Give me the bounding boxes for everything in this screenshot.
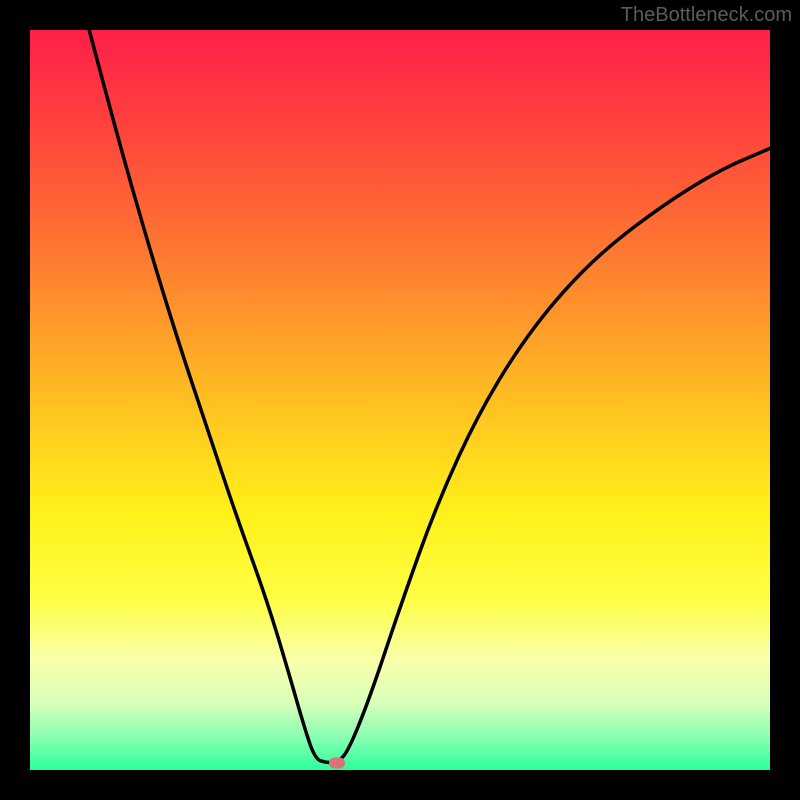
plot-area [30, 30, 770, 770]
watermark-text: TheBottleneck.com [621, 4, 792, 27]
curve-layer [30, 30, 770, 770]
bottleneck-curve [89, 30, 770, 763]
chart-container: TheBottleneck.com [0, 0, 800, 800]
optimal-marker [329, 757, 345, 768]
